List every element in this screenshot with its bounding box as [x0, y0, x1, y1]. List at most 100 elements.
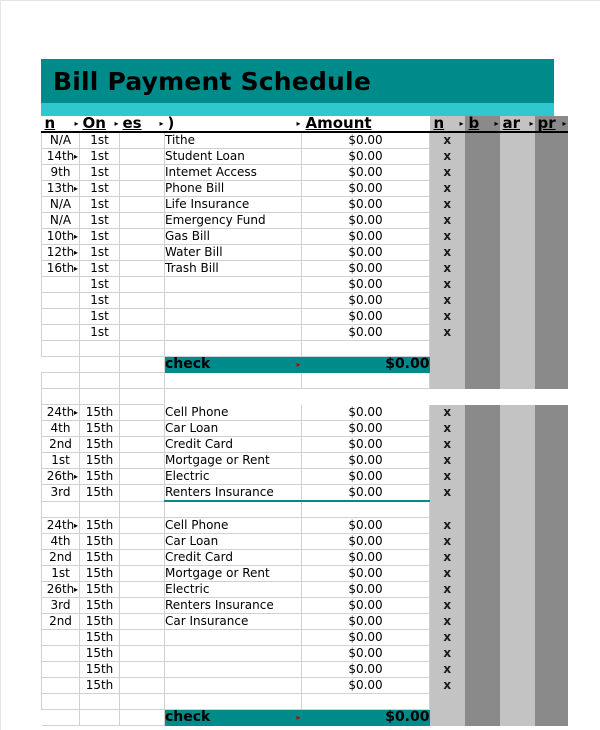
cell-g2[interactable]: [464, 324, 500, 341]
cell-description[interactable]: Water Bill: [164, 244, 302, 261]
cell-bank[interactable]: [119, 212, 165, 229]
cell-check-mark[interactable]: x: [429, 613, 465, 630]
table-row[interactable]: 1st $0.00 x: [41, 276, 568, 293]
cell-due-date[interactable]: 2nd: [41, 549, 80, 566]
cell-g4[interactable]: [534, 597, 568, 614]
cell-bank[interactable]: [119, 661, 165, 678]
cell-amount[interactable]: [301, 372, 430, 389]
cell-pay-on[interactable]: [79, 693, 120, 710]
cell-g4[interactable]: [534, 308, 568, 325]
cell-g2[interactable]: [464, 244, 500, 261]
cell-due-date[interactable]: [41, 677, 80, 694]
cell-bank[interactable]: [119, 693, 165, 710]
cell-g4[interactable]: [534, 709, 568, 726]
cell-due-date[interactable]: 1st: [41, 452, 80, 469]
cell-due-date[interactable]: 13th ▸: [41, 180, 80, 197]
cell-check-mark[interactable]: x: [429, 629, 465, 646]
cell-g4[interactable]: [534, 340, 568, 357]
cell-pay-on[interactable]: 15th: [79, 533, 120, 550]
cell-pay-on[interactable]: 1st: [79, 308, 120, 325]
cell-pay-on[interactable]: 15th: [79, 645, 120, 662]
cell-check-mark[interactable]: x: [429, 180, 465, 197]
cell-due-date[interactable]: 3rd: [41, 597, 80, 614]
cell-g2[interactable]: [464, 212, 500, 229]
table-row[interactable]: 15th $0.00 x: [41, 661, 568, 678]
cell-g2[interactable]: [464, 276, 500, 293]
table-row[interactable]: 15th $0.00 x: [41, 645, 568, 662]
cell-g2[interactable]: [464, 613, 500, 630]
cell-due-date[interactable]: [41, 276, 80, 293]
cell-due-date[interactable]: 1st: [41, 565, 80, 582]
cell-g3[interactable]: [499, 645, 535, 662]
cell-g4[interactable]: [534, 517, 568, 534]
cell-check-mark[interactable]: x: [429, 484, 465, 501]
cell-g2[interactable]: [464, 565, 500, 582]
cell-amount[interactable]: $0.00: [301, 452, 430, 469]
cell-description[interactable]: Cell Phone: [164, 404, 302, 421]
cell-check-mark[interactable]: x: [429, 565, 465, 582]
cell-due-date[interactable]: [41, 709, 80, 726]
cell-description[interactable]: Car Loan: [164, 420, 302, 437]
table-row[interactable]: 26th ▸ 15th Electric $0.00 x: [41, 581, 568, 598]
cell-pay-on[interactable]: 15th: [79, 581, 120, 598]
cell-description[interactable]: Renters Insurance: [164, 597, 302, 614]
column-header-bank[interactable]: es ▸: [119, 116, 165, 133]
cell-bank[interactable]: [119, 180, 165, 197]
cell-g3[interactable]: [499, 613, 535, 630]
cell-description[interactable]: Emergency Fund: [164, 212, 302, 229]
cell-g3[interactable]: [499, 260, 535, 277]
cell-check-mark[interactable]: x: [429, 468, 465, 485]
table-row[interactable]: 2nd 15th Credit Card $0.00 x: [41, 549, 568, 566]
cell-due-date[interactable]: 4th: [41, 420, 80, 437]
cell-amount[interactable]: $0.00: [301, 292, 430, 309]
cell-amount[interactable]: $0.00: [301, 565, 430, 582]
cell-amount[interactable]: $0.00: [301, 468, 430, 485]
cell-description[interactable]: Cell Phone: [164, 517, 302, 534]
cell-check-mark[interactable]: x: [429, 308, 465, 325]
column-header-amount[interactable]: Amount: [301, 116, 430, 133]
cell-amount[interactable]: $0.00: [301, 180, 430, 197]
cell-g3[interactable]: [499, 517, 535, 534]
cell-g3[interactable]: [499, 324, 535, 341]
cell-check-mark[interactable]: x: [429, 132, 465, 149]
cell-amount[interactable]: $0.00: [301, 260, 430, 277]
cell-g3[interactable]: [499, 388, 535, 405]
table-row[interactable]: N/A 1st Emergency Fund $0.00 x: [41, 212, 568, 229]
cell-bank[interactable]: [119, 533, 165, 550]
cell-g4[interactable]: [534, 501, 568, 518]
cell-g3[interactable]: [499, 468, 535, 485]
cell-check-mark[interactable]: [429, 709, 465, 726]
cell-g3[interactable]: [499, 436, 535, 453]
cell-bank[interactable]: [119, 517, 165, 534]
cell-description[interactable]: Student Loan: [164, 148, 302, 165]
cell-g2[interactable]: [464, 308, 500, 325]
cell-g4[interactable]: [534, 388, 568, 405]
table-row[interactable]: 4th 15th Car Loan $0.00 x: [41, 533, 568, 550]
cell-g3[interactable]: [499, 693, 535, 710]
cell-g3[interactable]: [499, 629, 535, 646]
table-row[interactable]: 1st 15th Mortgage or Rent $0.00 x: [41, 565, 568, 582]
cell-description[interactable]: [164, 677, 302, 694]
cell-description[interactable]: Electric: [164, 468, 302, 485]
cell-bank[interactable]: [119, 260, 165, 277]
cell-g4[interactable]: [534, 276, 568, 293]
cell-pay-on[interactable]: 15th: [79, 565, 120, 582]
total-amount[interactable]: $0.00: [301, 356, 430, 373]
cell-g3[interactable]: [499, 597, 535, 614]
cell-due-date[interactable]: 9th: [41, 164, 80, 181]
table-row[interactable]: 16th ▸ 1st Trash Bill $0.00 x: [41, 260, 568, 277]
table-row[interactable]: 12th ▸ 1st Water Bill $0.00 x: [41, 244, 568, 261]
cell-check-mark[interactable]: x: [429, 645, 465, 662]
cell-bank[interactable]: [119, 565, 165, 582]
cell-pay-on[interactable]: 1st: [79, 324, 120, 341]
cell-g3[interactable]: [499, 452, 535, 469]
cell-g3[interactable]: [499, 533, 535, 550]
cell-pay-on[interactable]: [79, 709, 120, 726]
cell-g2[interactable]: [464, 501, 500, 518]
cell-pay-on[interactable]: 15th: [79, 404, 120, 421]
column-header-on[interactable]: On ▸: [79, 116, 120, 133]
table-row[interactable]: 4th 15th Car Loan $0.00 x: [41, 420, 568, 437]
cell-check-mark[interactable]: x: [429, 436, 465, 453]
cell-pay-on[interactable]: 1st: [79, 244, 120, 261]
cell-due-date[interactable]: [41, 292, 80, 309]
